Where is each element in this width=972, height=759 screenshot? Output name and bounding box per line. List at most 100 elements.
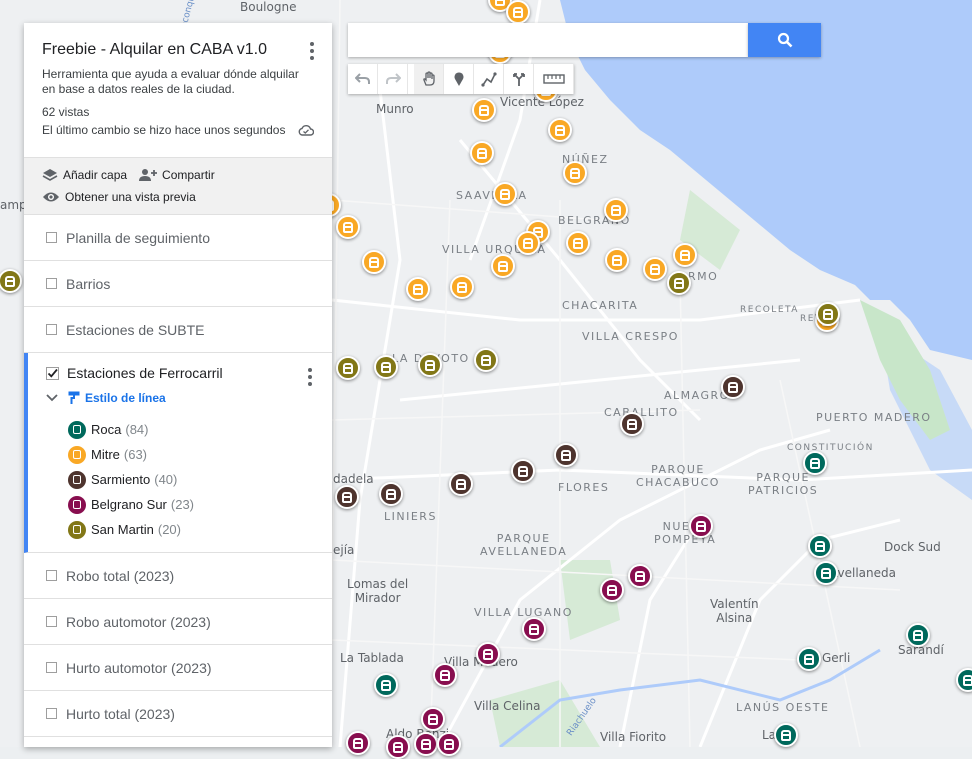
search-input[interactable] <box>348 23 748 57</box>
layer-checkbox[interactable] <box>46 616 57 627</box>
add-layer-button[interactable]: Añadir capa <box>42 168 127 182</box>
station-marker-sarmiento[interactable] <box>449 472 473 496</box>
layer-style-row[interactable]: Estilo de línea <box>46 391 332 405</box>
station-marker-mitre[interactable] <box>643 257 667 281</box>
train-icon <box>696 520 706 532</box>
station-marker-roca[interactable] <box>803 451 827 475</box>
station-marker-sarmiento[interactable] <box>721 375 745 399</box>
station-marker-san-martin[interactable] <box>474 348 498 372</box>
station-marker-sarmiento[interactable] <box>379 482 403 506</box>
legend-label: Mitre <box>91 447 120 462</box>
station-marker-mitre[interactable] <box>604 198 628 222</box>
station-marker-mitre[interactable] <box>493 182 517 206</box>
station-marker-belgrano-sur[interactable] <box>386 735 410 759</box>
redo-button[interactable] <box>378 64 408 94</box>
layer-checkbox[interactable] <box>46 708 57 719</box>
station-marker-belgrano-sur[interactable] <box>522 617 546 641</box>
station-marker-san-martin[interactable] <box>336 356 360 380</box>
layer-hurto-total[interactable]: Hurto total (2023) <box>24 691 332 737</box>
station-marker-belgrano-sur[interactable] <box>628 564 652 588</box>
station-marker-mitre[interactable] <box>605 248 629 272</box>
station-marker-mitre[interactable] <box>673 243 697 267</box>
station-marker-roca[interactable] <box>774 723 798 747</box>
station-marker-roca[interactable] <box>814 561 838 585</box>
layer-checkbox-checked[interactable] <box>46 366 59 380</box>
station-marker-roca[interactable] <box>906 623 930 647</box>
station-marker-mitre[interactable] <box>336 215 360 239</box>
search-button[interactable] <box>748 23 821 57</box>
chevron-down-icon[interactable] <box>46 394 58 402</box>
share-button[interactable]: Compartir <box>139 168 215 182</box>
station-marker-mitre[interactable] <box>563 161 587 185</box>
station-marker-belgrano-sur[interactable] <box>414 732 438 756</box>
train-icon <box>913 629 923 641</box>
station-marker-roca[interactable] <box>808 534 832 558</box>
station-marker-san-martin[interactable] <box>418 353 442 377</box>
station-marker-belgrano-sur[interactable] <box>346 731 370 755</box>
station-marker-mitre[interactable] <box>491 254 515 278</box>
train-icon <box>413 283 423 295</box>
undo-button[interactable] <box>348 64 378 94</box>
layer-robo-automotor[interactable]: Robo automotor (2023) <box>24 599 332 645</box>
station-marker-roca[interactable] <box>797 647 821 671</box>
station-marker-mitre[interactable] <box>406 277 430 301</box>
layer-hurto-automotor[interactable]: Hurto automotor (2023) <box>24 645 332 691</box>
map-title[interactable]: Freebie - Alquilar en CABA v1.0 <box>42 41 314 59</box>
station-marker-san-martin[interactable] <box>374 355 398 379</box>
station-marker-belgrano-sur[interactable] <box>433 663 457 687</box>
legend-item-belgrano-sur[interactable]: Belgrano Sur (23) <box>68 492 332 517</box>
layer-label: Robo automotor (2023) <box>66 613 211 630</box>
train-icon <box>607 584 617 596</box>
preview-button[interactable]: Obtener una vista previa <box>42 190 196 204</box>
layer-label: Hurto automotor (2023) <box>66 659 212 676</box>
layer-subte[interactable]: Estaciones de SUBTE <box>24 307 332 353</box>
layer-checkbox[interactable] <box>46 324 57 335</box>
legend-item-mitre[interactable]: Mitre (63) <box>68 442 332 467</box>
directions-tool[interactable] <box>504 64 534 94</box>
layer-planilla[interactable]: Planilla de seguimiento <box>24 215 332 261</box>
station-marker-mitre[interactable] <box>472 98 496 122</box>
legend-label: Roca <box>91 422 122 437</box>
label-parque-patricios: PARQUE PATRICIOS <box>748 471 819 497</box>
pan-tool[interactable] <box>414 64 444 94</box>
draw-line-tool[interactable] <box>474 64 504 94</box>
station-marker-mitre[interactable] <box>450 275 474 299</box>
train-icon <box>635 570 645 582</box>
station-marker-mitre[interactable] <box>470 141 494 165</box>
add-marker-tool[interactable] <box>444 64 474 94</box>
station-marker-mitre[interactable] <box>506 0 530 24</box>
train-icon <box>570 167 580 179</box>
station-marker-sarmiento[interactable] <box>554 443 578 467</box>
layer-checkbox[interactable] <box>46 570 57 581</box>
station-marker-sarmiento[interactable] <box>511 459 535 483</box>
station-marker-belgrano-sur[interactable] <box>437 732 461 756</box>
measure-tool[interactable] <box>534 64 574 94</box>
station-marker-belgrano-sur[interactable] <box>689 514 713 538</box>
layer-ferrocarril[interactable]: Estaciones de Ferrocarril Estilo de líne… <box>24 353 332 553</box>
station-marker-san-martin[interactable] <box>816 302 840 326</box>
add-layer-label: Añadir capa <box>63 168 128 182</box>
layer-barrios[interactable]: Barrios <box>24 261 332 307</box>
train-icon <box>386 488 396 500</box>
station-marker-belgrano-sur[interactable] <box>476 642 500 666</box>
station-marker-mitre[interactable] <box>548 118 572 142</box>
legend-item-roca[interactable]: Roca (84) <box>68 417 332 442</box>
map-options-button[interactable] <box>304 41 320 61</box>
layer-checkbox[interactable] <box>46 662 57 673</box>
layer-robo-total[interactable]: Robo total (2023) <box>24 553 332 599</box>
legend-item-san-martin[interactable]: San Martin (20) <box>68 517 332 542</box>
station-marker-mitre[interactable] <box>566 231 590 255</box>
legend-item-sarmiento[interactable]: Sarmiento (40) <box>68 467 332 492</box>
layer-options-button[interactable] <box>302 367 318 387</box>
map-description[interactable]: Herramienta que ayuda a evaluar dónde al… <box>42 67 314 97</box>
layer-checkbox[interactable] <box>46 278 57 289</box>
station-marker-mitre[interactable] <box>516 231 540 255</box>
station-marker-belgrano-sur[interactable] <box>600 578 624 602</box>
station-marker-roca[interactable] <box>374 673 398 697</box>
station-marker-mitre[interactable] <box>362 250 386 274</box>
station-marker-sarmiento[interactable] <box>620 412 644 436</box>
station-marker-sarmiento[interactable] <box>335 485 359 509</box>
layer-checkbox[interactable] <box>46 232 57 243</box>
station-marker-belgrano-sur[interactable] <box>421 707 445 731</box>
station-marker-san-martin[interactable] <box>667 271 691 295</box>
